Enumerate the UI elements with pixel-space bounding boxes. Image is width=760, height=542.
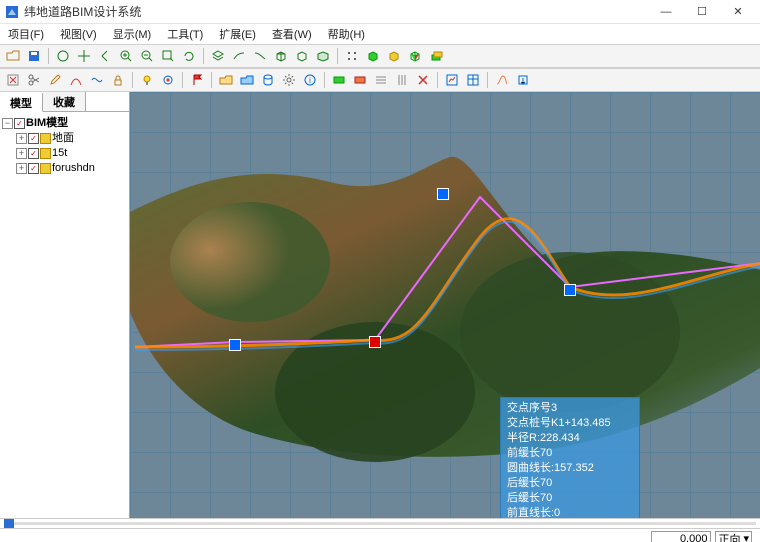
nav-prev-icon[interactable] [96,47,114,65]
side-panel: 模型 收藏 −✓BIM模型 +✓地面 +✓15t +✓forushdn [0,92,130,518]
titlebar: 纬地道路BIM设计系统 — ☐ ✕ [0,0,760,24]
zoom-in-icon[interactable] [117,47,135,65]
info-line: 前缓长70 [507,446,633,461]
model-tree[interactable]: −✓BIM模型 +✓地面 +✓15t +✓forushdn [0,112,129,518]
target-icon[interactable] [159,71,177,89]
tree-node-15t[interactable]: 15t [52,146,67,161]
info-line: 交点序号3 [507,401,633,416]
box2-icon[interactable] [293,47,311,65]
chart-icon[interactable] [443,71,461,89]
info-line: 后缓长70 [507,476,633,491]
column-icon[interactable] [393,71,411,89]
ip-point-4[interactable] [437,188,449,200]
maximize-button[interactable]: ☐ [684,0,720,24]
box3-icon[interactable] [314,47,332,65]
menu-view[interactable]: 视图(V) [54,24,103,44]
path-icon[interactable] [67,71,85,89]
box-icon[interactable] [272,47,290,65]
table-icon[interactable] [464,71,482,89]
points-icon[interactable] [343,47,361,65]
flag-red-icon[interactable] [188,71,206,89]
ip-point-2[interactable] [229,339,241,351]
close-button[interactable]: ✕ [720,0,756,24]
layer-green-icon[interactable] [330,71,348,89]
view-reset-icon[interactable] [54,47,72,65]
tab-model[interactable]: 模型 [0,93,43,112]
menu-display[interactable]: 显示(M) [107,24,158,44]
ip-point-5[interactable] [564,284,576,296]
menubar: 项目(F) 视图(V) 显示(M) 工具(T) 扩展(E) 查看(W) 帮助(H… [0,24,760,44]
tree-root[interactable]: BIM模型 [26,116,68,131]
cube-multi-icon[interactable] [406,47,424,65]
scissors-icon[interactable] [25,71,43,89]
pencil-icon[interactable] [46,71,64,89]
route-icon[interactable] [493,71,511,89]
menu-project[interactable]: 项目(F) [2,24,50,44]
tree-node-ground[interactable]: 地面 [52,131,74,146]
timeline-slider[interactable] [0,518,760,528]
layers-icon[interactable] [209,47,227,65]
info-line: 圆曲线长:157.352 [507,461,633,476]
surface-1-icon[interactable] [230,47,248,65]
folder-open-icon[interactable] [217,71,235,89]
tree-node-forushdn[interactable]: forushdn [52,161,95,176]
save-icon[interactable] [25,47,43,65]
info-line: 交点桩号K1+143.485 [507,416,633,431]
toolbar-main [0,44,760,68]
export-icon[interactable] [514,71,532,89]
window-title: 纬地道路BIM设计系统 [24,3,648,20]
ip-point-3[interactable] [369,336,381,348]
slider-thumb[interactable] [4,519,14,528]
menu-look[interactable]: 查看(W) [266,24,318,44]
lock-icon[interactable] [109,71,127,89]
numeric-input[interactable] [651,531,711,542]
open-icon[interactable] [4,47,22,65]
info-line: 半径R:228.434 [507,431,633,446]
cube-stack-icon[interactable] [427,47,445,65]
info-icon[interactable]: i [301,71,319,89]
menu-extend[interactable]: 扩展(E) [213,24,262,44]
cube-green-icon[interactable] [364,47,382,65]
svg-text:i: i [309,76,311,85]
layer-red-icon[interactable] [351,71,369,89]
minimize-button[interactable]: — [648,0,684,24]
chevron-down-icon: ▾ [743,532,749,542]
db-icon[interactable] [259,71,277,89]
menu-help[interactable]: 帮助(H) [322,24,371,44]
zoom-window-icon[interactable] [159,47,177,65]
info-line: 后缓长70 [507,491,633,506]
direction-select[interactable]: 正向▾ [715,531,752,542]
cross-icon[interactable] [414,71,432,89]
curve-icon[interactable] [88,71,106,89]
bulb-icon[interactable] [138,71,156,89]
align-icon[interactable] [372,71,390,89]
info-line: 前直线长:0 [507,506,633,518]
pan-icon[interactable] [75,47,93,65]
viewport-3d[interactable]: 交点序号3 交点桩号K1+143.485 半径R:228.434 前缓长70 圆… [130,92,760,518]
app-icon [4,4,20,20]
rotate-icon[interactable] [180,47,198,65]
folder-save-icon[interactable] [238,71,256,89]
zoom-out-icon[interactable] [138,47,156,65]
infobox: 交点序号3 交点桩号K1+143.485 半径R:228.434 前缓长70 圆… [500,397,640,518]
cube-yellow-icon[interactable] [385,47,403,65]
tree-collapse-icon[interactable] [4,71,22,89]
toolbar-secondary: i [0,68,760,92]
tab-favorite[interactable]: 收藏 [43,92,86,111]
surface-2-icon[interactable] [251,47,269,65]
terrain-surface [130,132,760,462]
menu-tools[interactable]: 工具(T) [161,24,209,44]
gear-icon[interactable] [280,71,298,89]
